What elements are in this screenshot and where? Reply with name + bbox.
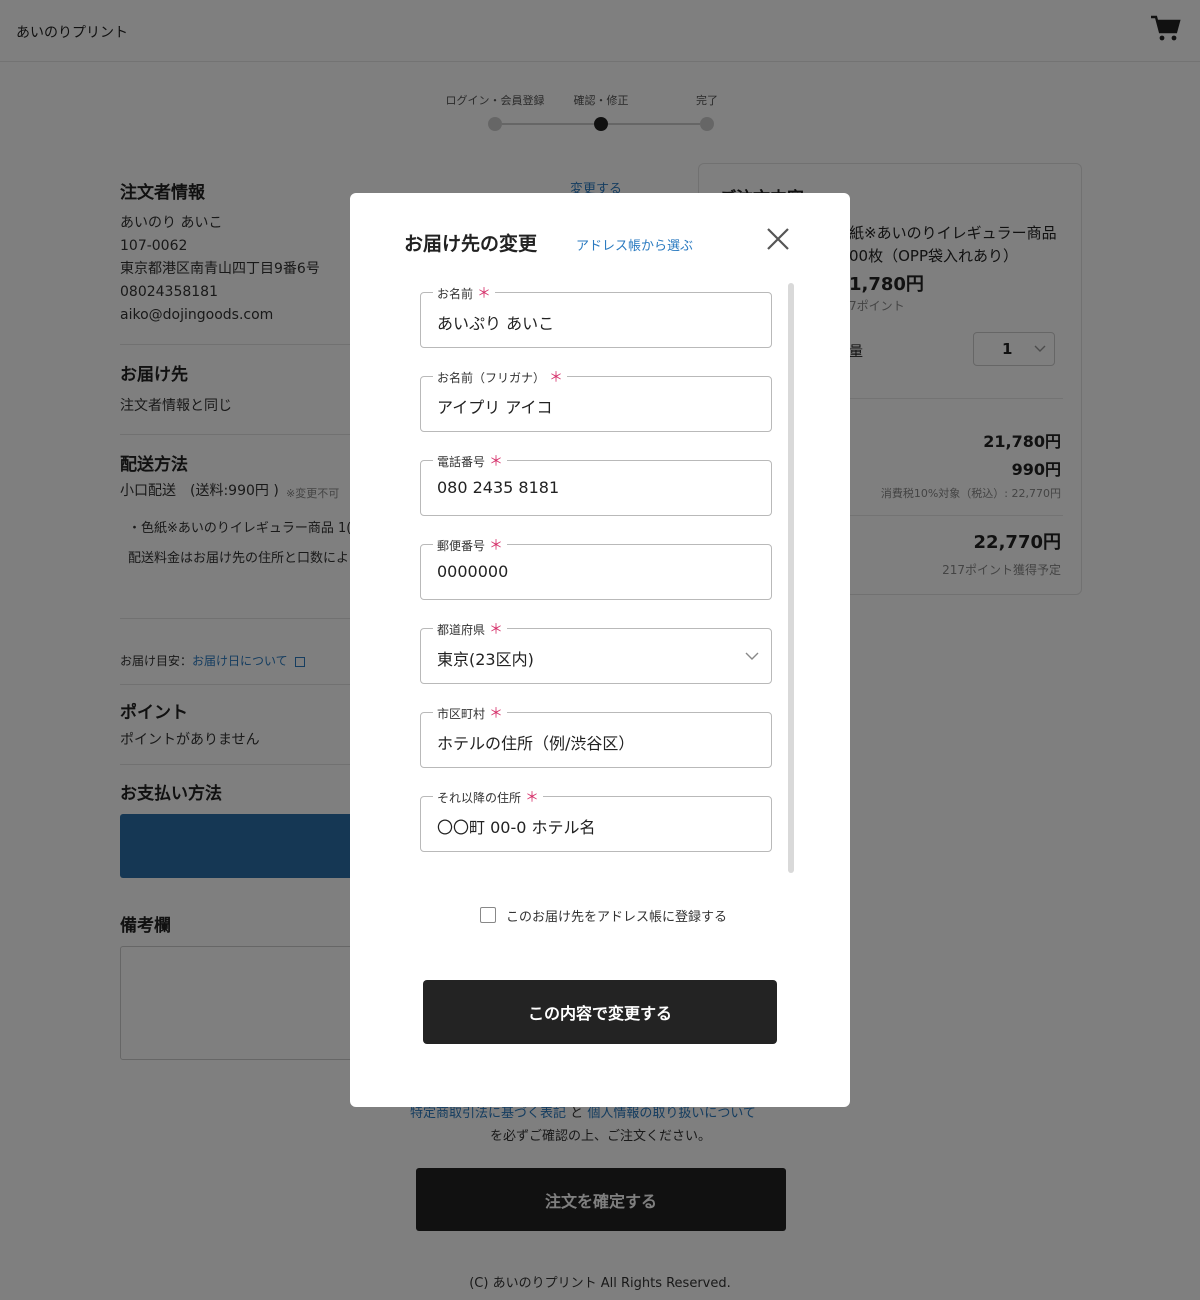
save-to-addressbook-checkbox[interactable] [480,907,496,923]
field-value: ホテルの住所（例/渋谷区） [437,734,635,753]
field-value: 0000000 [437,562,509,581]
chevron-down-icon [745,652,759,660]
required-mark: ＊ [525,790,540,806]
name-kana-field[interactable]: お名前（フリガナ）＊ アイプリ アイコ [420,367,772,432]
apply-changes-button[interactable]: この内容で変更する [423,980,777,1044]
field-label: それ以降の住所＊ [433,787,544,807]
field-value: 080 2435 8181 [437,478,560,497]
field-label: 電話番号＊ [433,451,508,471]
city-field[interactable]: 市区町村＊ ホテルの住所（例/渋谷区） [420,703,772,768]
addressbook-link[interactable]: アドレス帳から選ぶ [576,235,693,254]
address-rest-field[interactable]: それ以降の住所＊ 〇〇町 00-0 ホテル名 [420,787,772,852]
required-mark: ＊ [549,370,564,386]
checkbox-label: このお届け先をアドレス帳に登録する [506,909,728,925]
close-icon[interactable] [764,225,792,253]
name-field[interactable]: お名前＊ あいぷり あいこ [420,283,772,348]
field-label: 市区町村＊ [433,703,508,723]
change-delivery-modal: お届け先の変更 アドレス帳から選ぶ お名前＊ あいぷり あいこ お名前（フリガナ… [350,193,850,1107]
field-value: アイプリ アイコ [437,398,553,417]
field-value: あいぷり あいこ [437,314,555,333]
field-label: 都道府県＊ [433,619,508,639]
prefecture-select[interactable]: 都道府県＊ 東京(23区内) [420,619,772,684]
field-label: お名前＊ [433,283,496,303]
required-mark: ＊ [489,706,504,722]
field-value: 〇〇町 00-0 ホテル名 [437,818,596,837]
field-value: 東京(23区内) [437,650,534,669]
modal-form: お名前＊ あいぷり あいこ お名前（フリガナ）＊ アイプリ アイコ 電話番号＊ … [420,283,780,885]
postal-code-field[interactable]: 郵便番号＊ 0000000 [420,535,772,600]
required-mark: ＊ [489,454,504,470]
modal-scrollbar[interactable] [788,283,794,873]
required-mark: ＊ [489,538,504,554]
field-label: 郵便番号＊ [433,535,508,555]
save-to-addressbook-row[interactable]: このお届け先をアドレス帳に登録する [480,906,728,925]
phone-field[interactable]: 電話番号＊ 080 2435 8181 [420,451,772,516]
required-mark: ＊ [477,286,492,302]
modal-title: お届け先の変更 [404,233,538,255]
field-label: お名前（フリガナ）＊ [433,367,568,387]
required-mark: ＊ [489,622,504,638]
